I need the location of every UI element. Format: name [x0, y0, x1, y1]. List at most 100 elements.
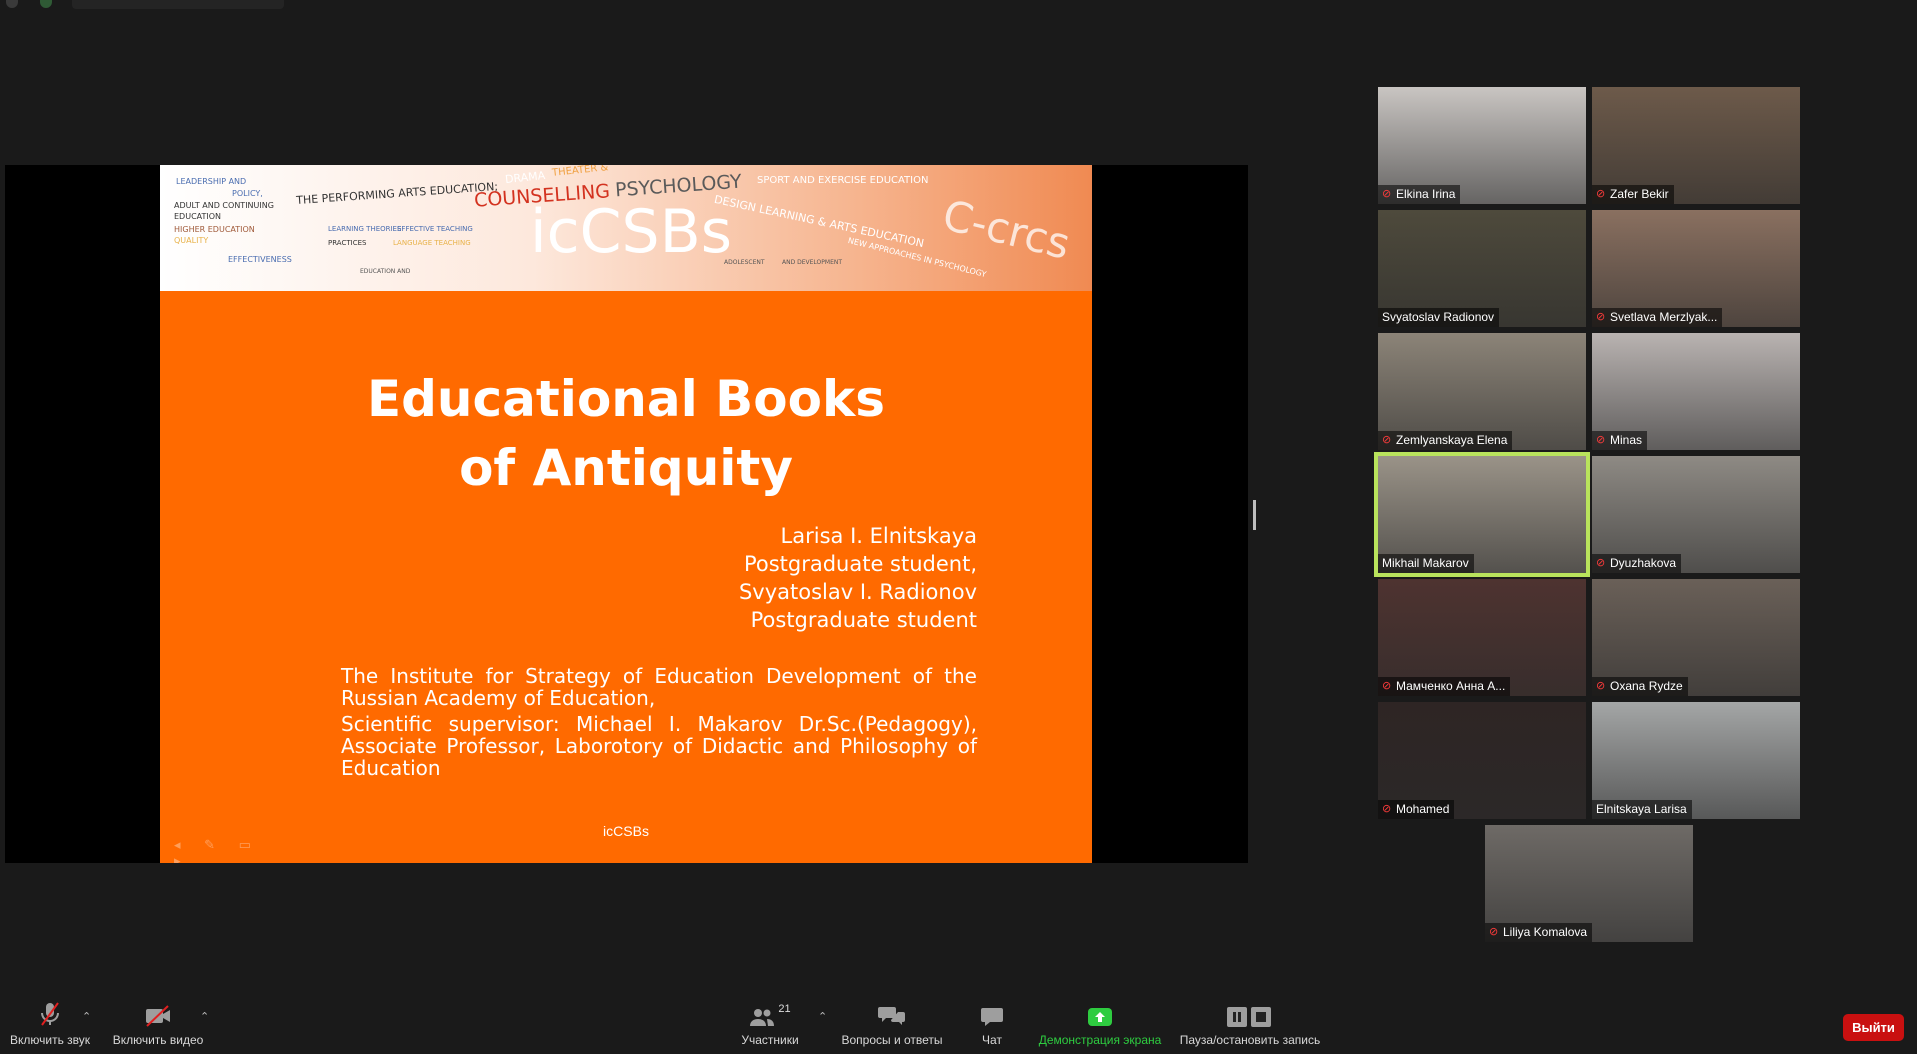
- author-line: Larisa I. Elnitskaya: [780, 524, 977, 548]
- banner-word: LEADERSHIP AND: [176, 177, 247, 186]
- chat-button[interactable]: Чат: [966, 997, 1018, 1054]
- participant-name-tag: ⊘ Мамченко Анна А...: [1378, 677, 1511, 696]
- participant-name: Svetlava Merzlyak...: [1610, 310, 1718, 324]
- supervisor-text: Scientific supervisor: Michael I. Makaro…: [341, 712, 977, 780]
- banner-word: DRAMA: [504, 168, 546, 187]
- banner-word: POLICY,: [232, 189, 263, 198]
- share-screen-icon: [1088, 997, 1112, 1027]
- banner-word: DESIGN LEARNING & ARTS EDUCATION: [712, 192, 926, 251]
- participants-button[interactable]: 21 Участники: [738, 997, 802, 1054]
- slide-authors: Larisa I. Elnitskaya Postgraduate studen…: [739, 522, 977, 634]
- participant-tile[interactable]: ⊘ Zemlyanskaya Elena: [1378, 333, 1586, 450]
- participant-name-tag: ⊘ Mohamed: [1378, 800, 1455, 819]
- mic-muted-icon: ⊘: [1382, 803, 1392, 815]
- participant-name: Minas: [1610, 433, 1643, 447]
- participant-name-tag: ⊘ Liliya Komalova: [1485, 923, 1593, 942]
- presentation-slide: LEADERSHIP AND POLICY, ADULT AND CONTINU…: [160, 165, 1092, 863]
- participant-name: Mikhail Makarov: [1382, 556, 1469, 570]
- window-dot-icon[interactable]: [6, 0, 18, 8]
- banner-word: EFFECTIVE TEACHING: [397, 225, 473, 233]
- banner-logo: icCSBs: [530, 197, 733, 267]
- start-video-label: Включить видео: [112, 1033, 204, 1047]
- participant-name: Мамченко Анна А...: [1396, 679, 1506, 693]
- banner-word: EDUCATION: [174, 212, 222, 221]
- record-button[interactable]: Пауза/остановить запись: [1176, 997, 1324, 1054]
- participant-tile[interactable]: ⊘ Elkina Irina: [1378, 87, 1586, 204]
- author-line: Svyatoslav I. Radionov: [738, 580, 977, 604]
- qa-icon: [878, 997, 906, 1027]
- participant-name: Oxana Rydze: [1610, 679, 1683, 693]
- banner-word: LANGUAGE TEACHING: [393, 239, 471, 247]
- window-top-bar: [0, 0, 1917, 10]
- unmute-label: Включить звук: [9, 1033, 91, 1047]
- participant-tile[interactable]: ⊘ Zafer Bekir: [1592, 87, 1800, 204]
- slide-title-line: Educational Books: [366, 370, 886, 428]
- participant-name: Mohamed: [1396, 802, 1450, 816]
- chat-label: Чат: [982, 1033, 1002, 1047]
- pause-stop-icon: [1227, 997, 1273, 1027]
- meeting-toolbar: Включить звук ⌃ Включить видео ⌃ 21 Учас…: [0, 997, 1917, 1054]
- participant-tile[interactable]: Elnitskaya Larisa: [1592, 702, 1800, 819]
- institute-text: The Institute for Strategy of Education …: [341, 664, 977, 710]
- participant-name: Elkina Irina: [1396, 187, 1456, 201]
- chat-icon: [981, 997, 1003, 1027]
- participants-label: Участники: [741, 1033, 799, 1047]
- share-screen-label: Демонстрация экрана: [1038, 1033, 1162, 1047]
- participant-name: Zafer Bekir: [1610, 187, 1669, 201]
- participant-name-tag: ⊘ Oxana Rydze: [1592, 677, 1688, 696]
- participant-tile[interactable]: ⊘ Svetlava Merzlyak...: [1592, 210, 1800, 327]
- participant-name: Svyatoslav Radionov: [1382, 310, 1495, 324]
- participant-tile[interactable]: ⊘ Minas: [1592, 333, 1800, 450]
- security-dot-icon[interactable]: [40, 0, 52, 8]
- participant-name: Liliya Komalova: [1503, 925, 1588, 939]
- banner-word: QUALITY: [174, 236, 209, 245]
- slide-title-line: of Antiquity: [459, 439, 793, 497]
- banner-word: ADULT AND CONTINUING: [174, 201, 274, 210]
- banner-word: HIGHER EDUCATION: [174, 225, 255, 234]
- mic-muted-icon: ⊘: [1382, 188, 1392, 200]
- participants-count: 21: [778, 1003, 791, 1015]
- camera-off-icon: [144, 997, 172, 1027]
- banner-word: THE PERFORMING ARTS EDUCATION;: [295, 179, 499, 208]
- video-options-caret-icon[interactable]: ⌃: [200, 1010, 209, 1023]
- banner-word: THEATER &: [551, 165, 609, 179]
- participants-icon: 21: [749, 997, 791, 1027]
- participant-name-tag: Svyatoslav Radionov: [1378, 308, 1500, 327]
- start-video-button[interactable]: Включить видео: [110, 997, 206, 1054]
- participant-tile[interactable]: Mikhail Makarov: [1374, 452, 1590, 577]
- mic-muted-icon: ⊘: [1596, 557, 1606, 569]
- unmute-button[interactable]: Включить звук: [8, 997, 92, 1054]
- participant-name: Zemlyanskaya Elena: [1396, 433, 1508, 447]
- participant-tile[interactable]: ⊘ Liliya Komalova: [1485, 825, 1693, 942]
- slide-footer: icCSBs: [603, 823, 649, 839]
- banner-word: AND DEVELOPMENT: [782, 259, 843, 266]
- slide-controls[interactable]: ◂ ✎ ▭ ▸: [174, 837, 264, 863]
- slide-institution: The Institute for Strategy of Education …: [341, 665, 977, 783]
- mic-muted-icon: ⊘: [1596, 680, 1606, 692]
- share-screen-button[interactable]: Демонстрация экрана: [1034, 997, 1166, 1054]
- participant-name-tag: ⊘ Zafer Bekir: [1592, 185, 1674, 204]
- participant-name-tag: Mikhail Makarov: [1378, 554, 1474, 573]
- slide-banner: LEADERSHIP AND POLICY, ADULT AND CONTINU…: [160, 165, 1092, 291]
- top-info-pill[interactable]: [72, 0, 284, 9]
- participant-tile[interactable]: ⊘ Dyuzhakova: [1592, 456, 1800, 573]
- mic-muted-icon: ⊘: [1596, 188, 1606, 200]
- leave-button[interactable]: Выйти: [1843, 1014, 1904, 1041]
- participant-tile[interactable]: ⊘ Mohamed: [1378, 702, 1586, 819]
- qa-button[interactable]: Вопросы и ответы: [840, 997, 944, 1054]
- participant-tile[interactable]: ⊘ Мамченко Анна А...: [1378, 579, 1586, 696]
- banner-word: SPORT AND EXERCISE EDUCATION: [757, 175, 929, 186]
- mic-muted-icon: [39, 997, 61, 1027]
- banner-word: LEARNING THEORIES: [328, 225, 402, 233]
- participant-name-tag: ⊘ Minas: [1592, 431, 1648, 450]
- participant-tile[interactable]: Svyatoslav Radionov: [1378, 210, 1586, 327]
- mic-muted-icon: ⊘: [1382, 434, 1392, 446]
- mic-muted-icon: ⊘: [1382, 680, 1392, 692]
- panel-splitter[interactable]: [1253, 500, 1256, 530]
- mic-muted-icon: ⊘: [1596, 434, 1606, 446]
- participants-caret-icon[interactable]: ⌃: [818, 1010, 827, 1023]
- audio-options-caret-icon[interactable]: ⌃: [82, 1010, 91, 1023]
- participant-name: Dyuzhakova: [1610, 556, 1677, 570]
- banner-word: C-crcs: [937, 190, 1075, 269]
- participant-tile[interactable]: ⊘ Oxana Rydze: [1592, 579, 1800, 696]
